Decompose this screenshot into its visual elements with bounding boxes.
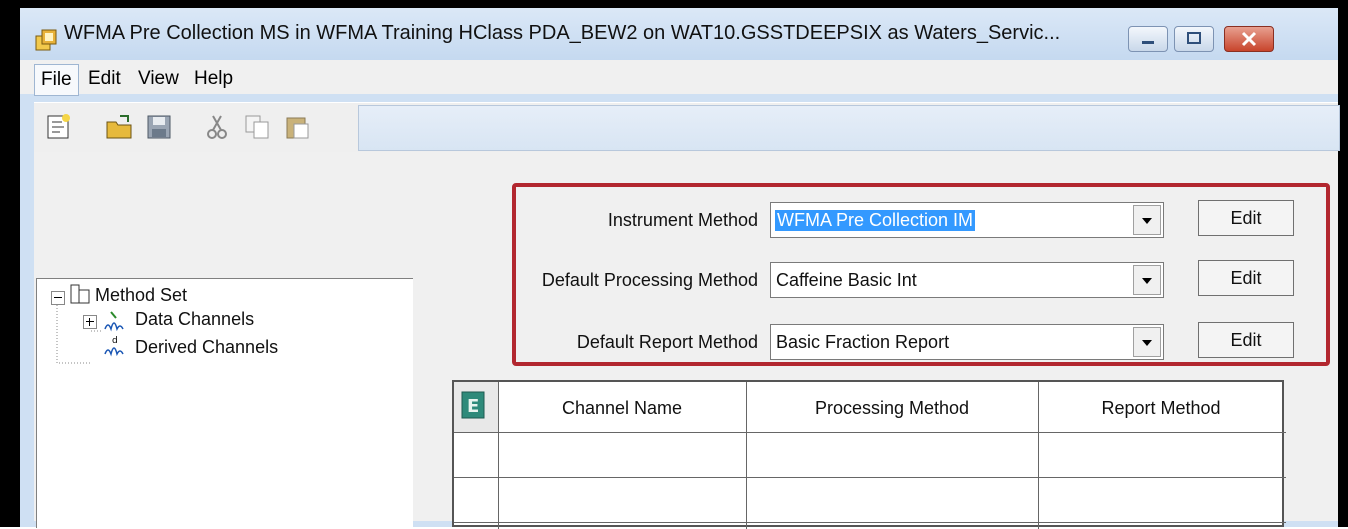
column-header-processing-method[interactable]: Processing Method [746,398,1038,419]
table-corner: E [454,382,498,432]
data-channels-icon [104,311,124,332]
expand-toggle-icon[interactable] [83,315,97,329]
tree-item-method-set[interactable]: Method Set [95,285,187,306]
paste-icon[interactable] [282,112,312,142]
method-set-icon [70,284,90,304]
spreadsheet-icon[interactable]: E [460,390,488,420]
minimize-button[interactable] [1128,26,1168,52]
menu-help[interactable]: Help [188,64,239,94]
outer-frame-right [1338,0,1348,527]
toolbar-band [358,105,1340,151]
tree-item-derived-channels[interactable]: Derived Channels [135,337,278,358]
svg-text:E: E [467,396,479,417]
close-button[interactable] [1224,26,1274,52]
menu-view[interactable]: View [132,64,185,94]
close-icon [1241,31,1257,47]
new-icon[interactable] [44,112,74,142]
channel-table[interactable]: E Channel Name Processing Method Report … [452,380,1286,529]
collapse-toggle-icon[interactable] [51,291,65,305]
title-bar[interactable]: WFMA Pre Collection MS in WFMA Training … [20,8,1338,60]
derived-channels-icon: d [104,336,124,357]
column-header-channel-name[interactable]: Channel Name [498,398,746,419]
maximize-button[interactable] [1174,26,1214,52]
outer-frame-top [0,0,1348,8]
minimize-icon [1142,41,1154,44]
app-icon [35,29,57,51]
menu-file[interactable]: File [34,64,79,96]
toolbar [34,102,1340,156]
table-cell[interactable] [499,478,745,522]
copy-icon[interactable] [242,112,272,142]
outer-frame-left [0,0,20,527]
highlight-annotation [512,183,1330,366]
menu-edit[interactable]: Edit [82,64,127,94]
table-cell[interactable] [499,433,745,477]
open-icon[interactable] [104,112,134,142]
method-tree: Method Set Data Channels d Derived Chann… [36,278,413,528]
maximize-icon [1187,32,1201,44]
window-title: WFMA Pre Collection MS in WFMA Training … [64,22,1061,44]
tree-item-data-channels[interactable]: Data Channels [135,309,254,330]
row-divider [454,522,1286,523]
column-header-report-method[interactable]: Report Method [1038,398,1284,419]
svg-text:d: d [112,336,118,346]
save-icon[interactable] [144,112,174,142]
cut-icon[interactable] [202,112,232,142]
